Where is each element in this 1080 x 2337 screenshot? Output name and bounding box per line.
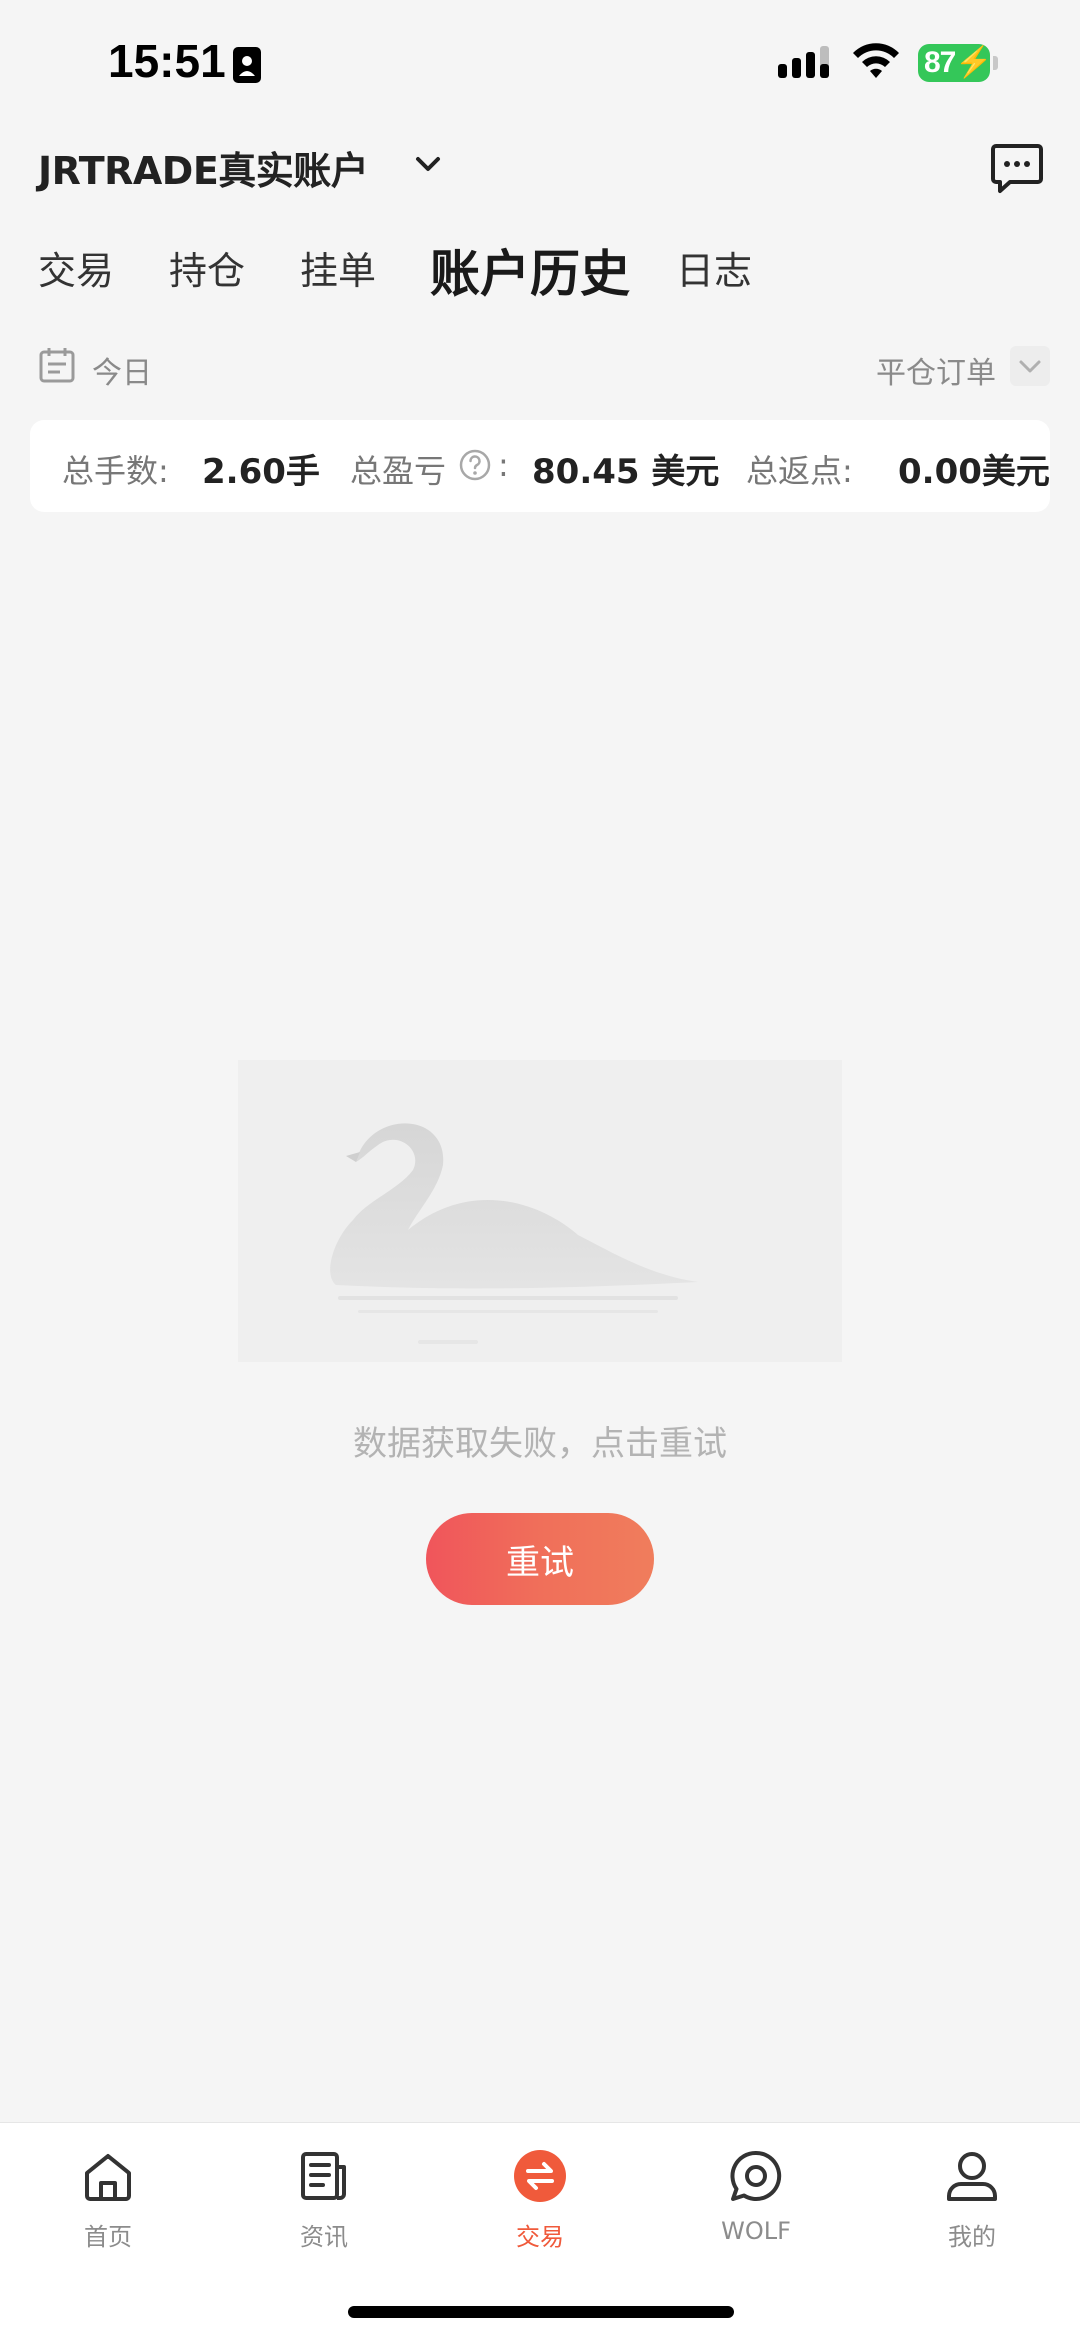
nav-label-me: 我的 [948, 2223, 996, 2251]
tab-positions[interactable]: 持仓 [169, 240, 245, 295]
total-rebate-label: 总返点: [746, 452, 853, 490]
swan-illustration [330, 1123, 698, 1344]
total-pnl-label: 总盈亏 [350, 452, 447, 490]
contact-card-icon [233, 47, 261, 83]
nav-item-me[interactable]: 我的 [897, 2147, 1047, 2267]
status-bar: 15:51 87⚡ [0, 0, 1080, 130]
nav-item-home[interactable]: 首页 [33, 2147, 183, 2267]
home-icon [85, 2154, 131, 2201]
chat-bubble-icon[interactable] [990, 140, 1044, 194]
chevron-down-icon[interactable] [410, 146, 446, 182]
nav-label-wolf: WOLF [721, 2217, 791, 2245]
status-time: 15:51 [108, 35, 226, 87]
nav-item-news[interactable]: 资讯 [249, 2147, 399, 2267]
nav-item-wolf[interactable]: WOLF [681, 2147, 831, 2267]
home-indicator [348, 2306, 734, 2318]
tab-pending-orders[interactable]: 挂单 [300, 240, 376, 295]
battery-charging-icon: 87⚡ [918, 44, 993, 82]
order-type-filter[interactable]: 平仓订单 [876, 348, 996, 392]
retry-button[interactable]: 重试 [426, 1513, 654, 1605]
nav-label-news: 资讯 [300, 2223, 348, 2251]
bottom-nav: 首页 资讯 交易 WOLF 我的 [0, 2122, 1080, 2337]
total-rebate-value: 0.00美元 [898, 452, 1050, 492]
chevron-down-icon [1019, 360, 1041, 373]
chat-icon [730, 2150, 782, 2201]
total-pnl-colon: : [498, 446, 509, 484]
tab-log[interactable]: 日志 [676, 240, 752, 295]
error-message[interactable]: 数据获取失败，点击重试 [0, 1416, 1080, 1465]
help-icon[interactable] [458, 448, 492, 482]
account-selector[interactable]: JRTRADE真实账户 [38, 140, 369, 195]
user-icon [947, 2152, 997, 2201]
cellular-signal-icon [778, 46, 829, 78]
battery-level: 87 [924, 46, 956, 79]
total-lots-value: 2.60手 [202, 452, 320, 492]
tab-account-history[interactable]: 账户历史 [430, 234, 630, 306]
news-icon [301, 2152, 346, 2200]
total-lots-label: 总手数: [62, 452, 169, 490]
nav-item-trade[interactable]: 交易 [465, 2147, 615, 2267]
nav-label-home: 首页 [84, 2223, 132, 2251]
total-pnl-value: 80.45 美元 [532, 452, 720, 492]
nav-label-trade: 交易 [516, 2223, 564, 2251]
order-type-dropdown[interactable] [1010, 346, 1050, 386]
exchange-icon [514, 2150, 566, 2202]
tab-trade[interactable]: 交易 [38, 240, 114, 295]
wifi-icon [853, 43, 899, 78]
charging-bolt: ⚡ [955, 46, 992, 79]
swan-placeholder-image [238, 1060, 842, 1362]
date-filter[interactable]: 今日 [92, 348, 152, 392]
battery-tip [993, 56, 998, 70]
summary-card: 总手数: 2.60手 总盈亏 : 80.45 美元 总返点: 0.00美元 [30, 420, 1050, 512]
calendar-icon[interactable] [38, 346, 76, 384]
